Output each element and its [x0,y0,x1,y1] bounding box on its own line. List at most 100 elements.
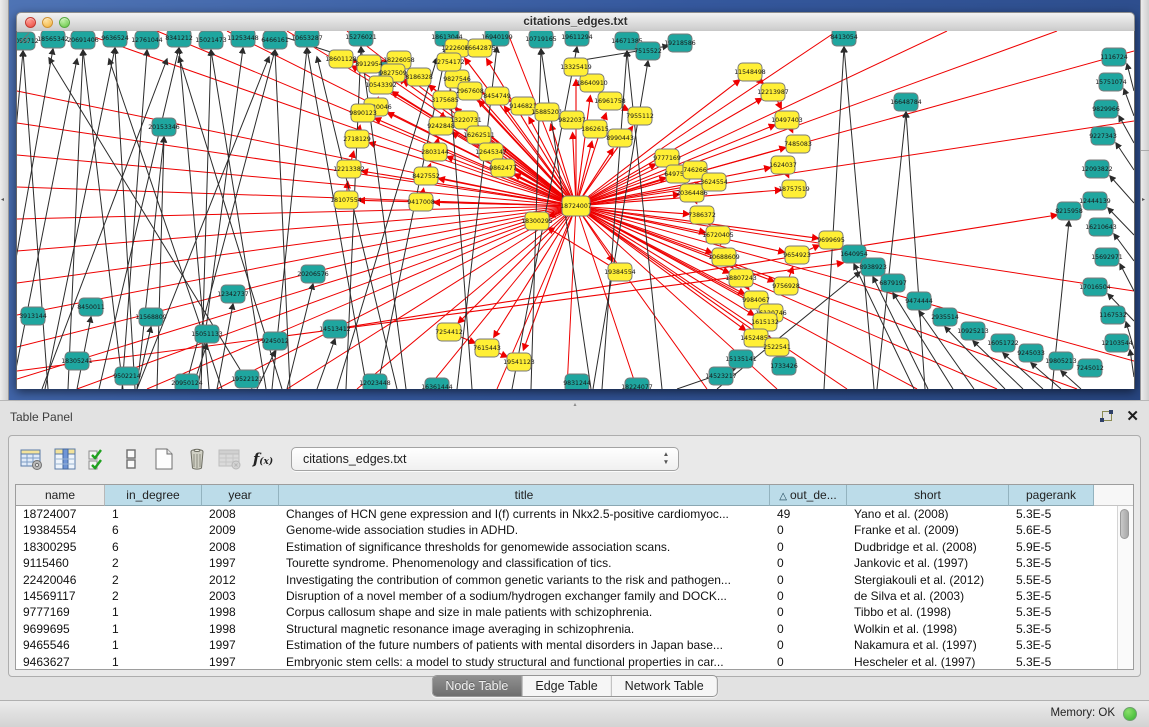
table-cell-pagerank[interactable]: 5.5E-5 [1009,572,1094,588]
graph-node[interactable]: 1615132 [751,313,779,331]
graph-node[interactable]: 20153346 [148,118,180,136]
zoom-button[interactable] [59,17,70,28]
graph-node[interactable]: 18601128 [325,50,357,68]
graph-node[interactable]: 9777169 [653,149,681,167]
table-row[interactable]: 946554611997Estimation of the future num… [16,637,1118,653]
graph-node[interactable]: 11548498 [734,63,766,81]
graph-node[interactable]: 17016504 [1079,278,1111,296]
table-cell-title[interactable]: Changes of HCN gene expression and I(f) … [279,506,770,522]
table-scrollbar[interactable] [1117,506,1133,669]
function-builder-icon[interactable]: f(x) [250,445,276,473]
graph-node[interactable]: 2803144 [421,143,449,161]
graph-node[interactable]: 1167532 [1099,306,1127,324]
table-cell-title[interactable]: Embryonic stem cells: a model to study s… [279,654,770,669]
table-cell-in_degree[interactable]: 1 [105,637,202,653]
graph-node[interactable]: 2967608 [456,82,484,100]
graph-node[interactable]: 12754172 [433,53,465,71]
graph-node[interactable]: 9474444 [905,292,933,310]
graph-node[interactable]: 12342737 [217,285,249,303]
table-cell-in_degree[interactable]: 2 [105,588,202,604]
graph-node[interactable]: 14513412 [319,320,351,338]
graph-node[interactable]: 19522121 [231,370,263,388]
tab-network-table[interactable]: Network Table [612,676,717,696]
graph-node[interactable]: 7955112 [626,107,654,125]
graph-node[interactable]: 8215958 [1055,202,1083,220]
column-header-year[interactable]: year [202,485,279,506]
graph-node[interactable]: 14523217 [705,367,737,385]
table-row[interactable]: 911546021997Tourette syndrome. Phenomeno… [16,555,1118,571]
graph-node[interactable]: 9699695 [817,231,845,249]
table-cell-in_degree[interactable]: 2 [105,572,202,588]
graph-node[interactable]: 20950124 [171,374,203,389]
table-cell-title[interactable]: Estimation of significance thresholds fo… [279,539,770,555]
table-cell-short[interactable]: Nakamura et al. (1997) [847,637,1009,653]
table-cell-year[interactable]: 2008 [202,506,279,522]
tab-node-table[interactable]: Node Table [432,676,522,696]
table-cell-name[interactable]: 9699695 [16,621,105,637]
table-cell-year[interactable]: 1998 [202,604,279,620]
graph-node[interactable]: 18724007 [560,196,592,216]
table-cell-out_degree[interactable]: 0 [770,637,847,653]
graph-node[interactable]: 10543392 [365,76,397,94]
close-button[interactable] [25,17,36,28]
graph-node[interactable]: 9862477 [489,159,517,177]
right-panel-collapse-rail[interactable]: ▸ [1140,0,1149,400]
graph-node[interactable]: 9417008 [407,193,435,211]
graph-node[interactable]: 7386372 [688,206,716,224]
graph-node[interactable]: 19218586 [664,34,696,52]
table-cell-out_degree[interactable]: 0 [770,588,847,604]
column-header-title[interactable]: title [279,485,770,506]
graph-node[interactable]: 16642875 [464,39,496,57]
table-cell-name[interactable]: 18300295 [16,539,105,555]
table-cell-name[interactable]: 18724007 [16,506,105,522]
table-cell-title[interactable]: Genome-wide association studies in ADHD. [279,522,770,538]
table-cell-name[interactable]: 22420046 [16,572,105,588]
table-cell-in_degree[interactable]: 2 [105,555,202,571]
graph-node[interactable]: 10925213 [957,322,989,340]
graph-node[interactable]: 7485083 [784,135,812,153]
graph-node[interactable]: 16961758 [594,92,626,110]
table-cell-out_degree[interactable]: 0 [770,555,847,571]
graph-node[interactable]: 1116724 [1100,48,1128,66]
table-cell-name[interactable]: 9465546 [16,637,105,653]
graph-node[interactable]: 8413054 [830,31,858,46]
graph-node[interactable]: 1862615 [581,120,609,138]
table-row[interactable]: 2242004622012Investigating the contribut… [16,572,1118,588]
graph-node[interactable]: 12103544 [1101,334,1133,352]
graph-node[interactable]: 10688609 [708,248,740,266]
table-cell-out_degree[interactable]: 0 [770,539,847,555]
table-cell-in_degree[interactable]: 1 [105,604,202,620]
table-row[interactable]: 977716911998Corpus callosum shape and si… [16,604,1118,620]
network-canvas[interactable]: 1405571218565342206914069636524127610448… [16,31,1135,389]
graph-node[interactable]: 18300295 [521,212,553,230]
graph-node[interactable]: 15751074 [1095,73,1127,91]
table-cell-in_degree[interactable]: 1 [105,506,202,522]
table-cell-pagerank[interactable]: 5.9E-5 [1009,539,1094,555]
graph-node[interactable]: 9831244 [563,374,591,389]
graph-node[interactable]: 10497403 [771,111,803,129]
table-cell-out_degree[interactable]: 0 [770,572,847,588]
column-header-out_degree[interactable]: △out_de... [770,485,847,506]
graph-node[interactable]: 9502214 [113,367,141,385]
graph-node[interactable]: 15692971 [1091,248,1123,266]
graph-node[interactable]: 16262511 [463,126,495,144]
row-toggle-icon[interactable] [118,445,144,473]
network-window-titlebar[interactable]: citations_edges.txt [16,12,1135,33]
delete-column-icon[interactable] [184,445,210,473]
table-cell-short[interactable]: Hescheler et al. (1997) [847,654,1009,669]
tab-edge-table[interactable]: Edge Table [522,676,611,696]
graph-node[interactable]: 13325419 [560,58,592,76]
graph-node[interactable]: 7615443 [473,339,501,357]
table-cell-name[interactable]: 19384554 [16,522,105,538]
graph-node[interactable]: 2935514 [931,308,959,326]
table-cell-pagerank[interactable]: 5.3E-5 [1009,555,1094,571]
table-cell-short[interactable]: Franke et al. (2009) [847,522,1009,538]
graph-node[interactable]: 20206576 [297,265,329,283]
table-cell-out_degree[interactable]: 0 [770,621,847,637]
graph-node[interactable]: 20691406 [67,31,99,49]
graph-node[interactable]: 10653287 [291,31,323,47]
column-header-pagerank[interactable]: pagerank [1009,485,1094,506]
table-cell-year[interactable]: 1997 [202,654,279,669]
graph-node[interactable]: 9227343 [1089,127,1117,145]
graph-node[interactable]: 8990443 [606,129,634,147]
